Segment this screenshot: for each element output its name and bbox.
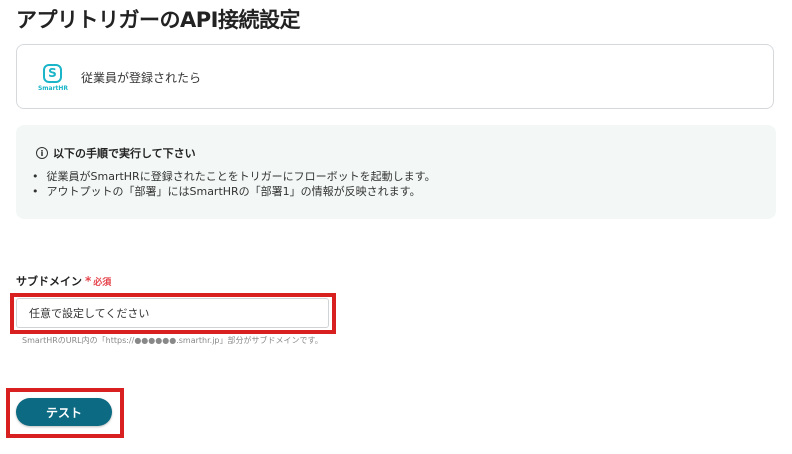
test-button[interactable]: テスト (16, 398, 112, 426)
instruction-item: アウトプットの「部署」にはSmartHRの「部署1」の情報が反映されます。 (32, 184, 436, 199)
subdomain-help-text: SmartHRのURL内の「https://●●●●●●.smarthr.jp」… (22, 336, 323, 345)
subdomain-label: サブドメイン * 必須 (16, 273, 111, 289)
subdomain-input[interactable] (16, 298, 329, 328)
required-label: 必須 (93, 278, 112, 288)
instructions-list: 従業員がSmartHRに登録されたことをトリガーにフローボットを起動します。 ア… (32, 169, 436, 199)
instructions-box: i 以下の手順で実行して下さい 従業員がSmartHRに登録されたことをトリガー… (16, 125, 776, 219)
trigger-name: 従業員が登録されたら (81, 71, 202, 85)
subdomain-label-text: サブドメイン (16, 275, 82, 288)
smarthr-logo-mark: S (43, 64, 62, 83)
instructions-heading-text: 以下の手順で実行して下さい (53, 147, 196, 160)
instructions-heading: i 以下の手順で実行して下さい (36, 145, 196, 161)
required-asterisk: * (85, 274, 92, 288)
smarthr-logo-text: SmartHR (37, 85, 69, 92)
instruction-item: 従業員がSmartHRに登録されたことをトリガーにフローボットを起動します。 (32, 169, 436, 184)
smarthr-logo: S SmartHR (37, 63, 69, 95)
info-icon: i (36, 147, 48, 159)
page-title: アプリトリガーのAPI接続設定 (16, 8, 300, 32)
app-trigger-card: S SmartHR 従業員が登録されたら (16, 44, 774, 109)
